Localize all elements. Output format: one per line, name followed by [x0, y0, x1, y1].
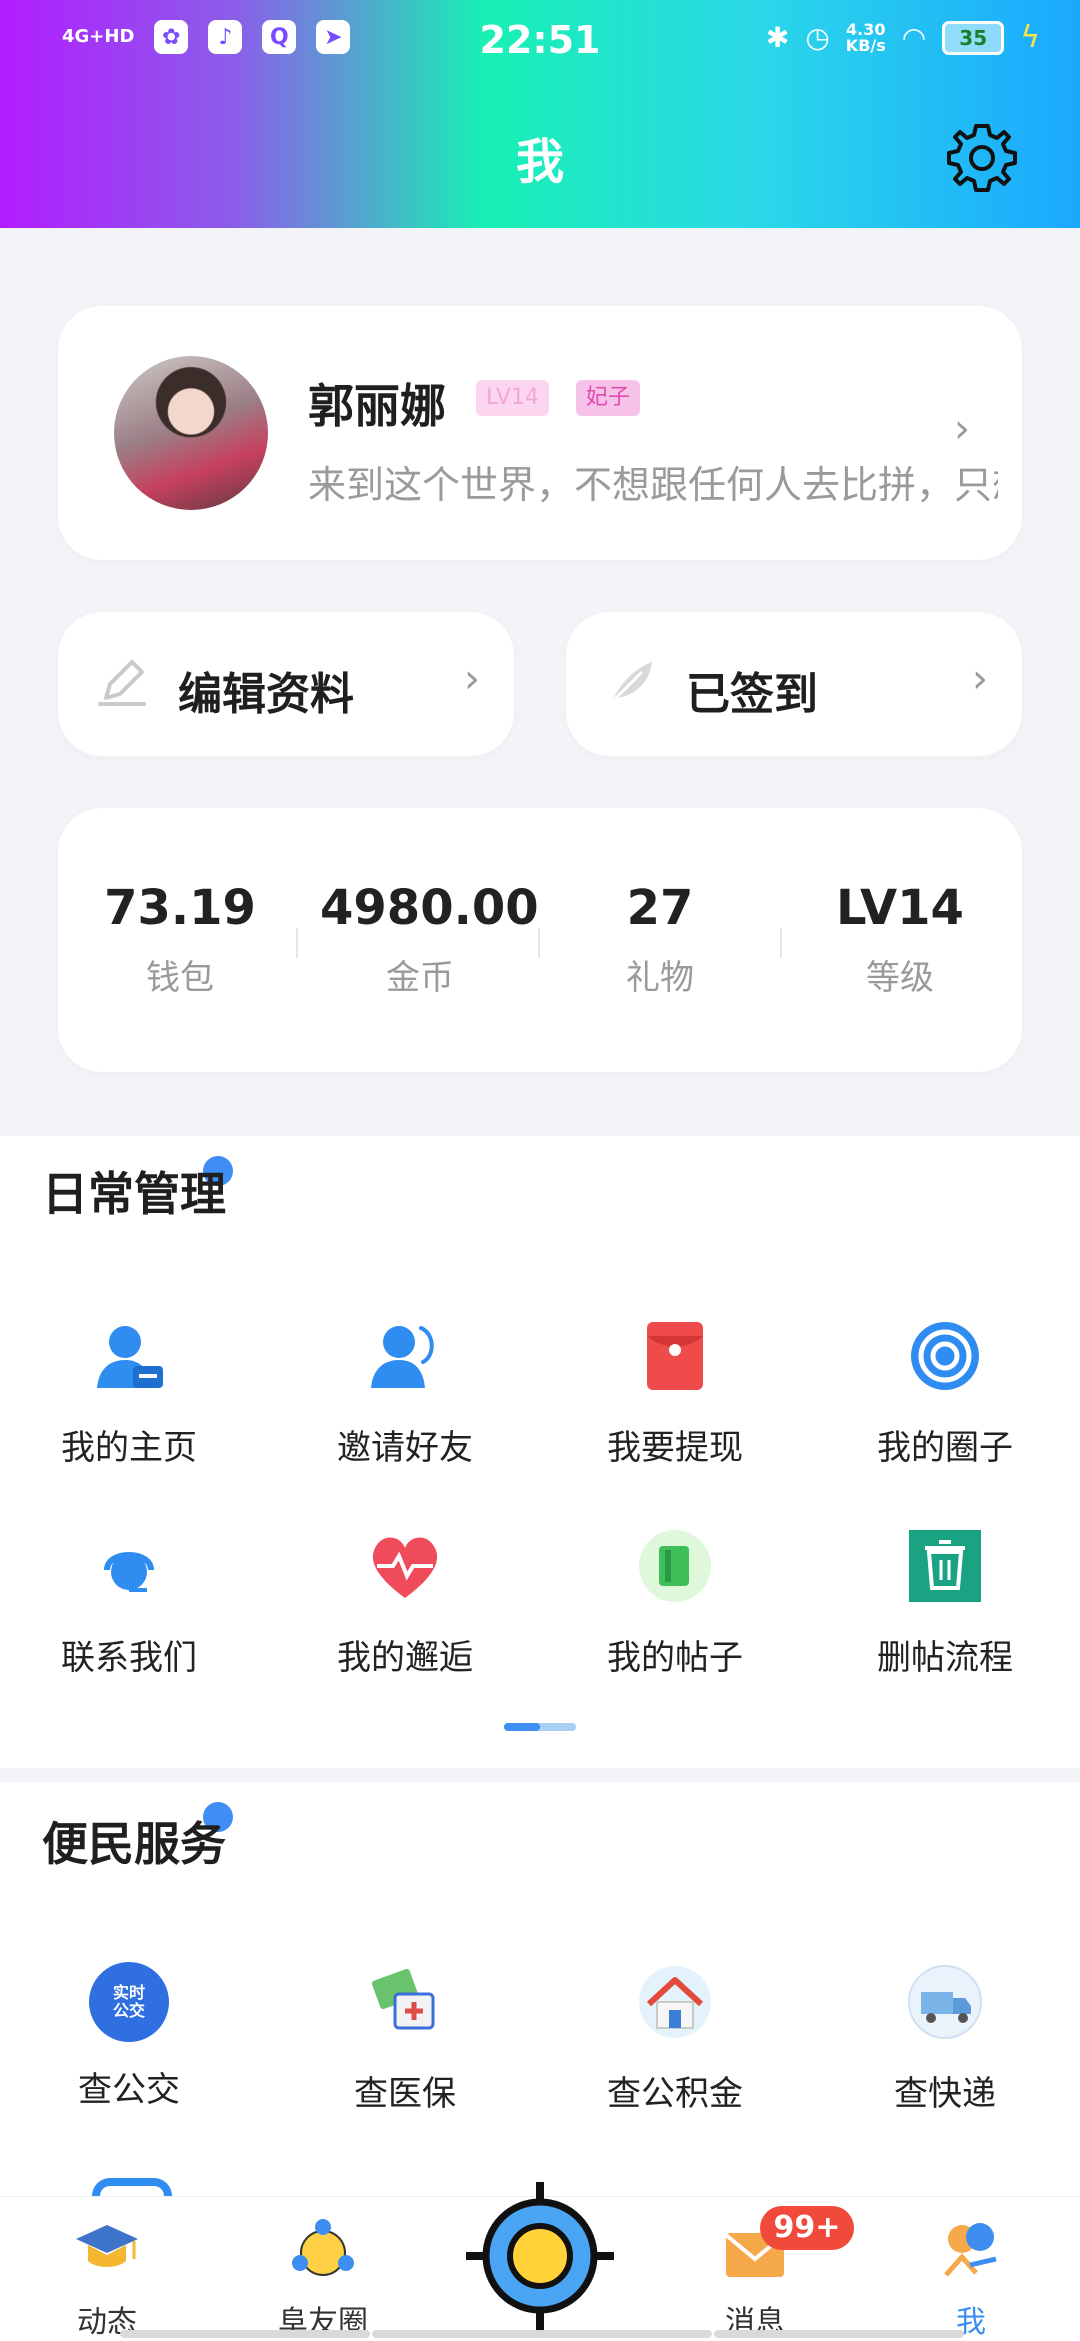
red-envelope-icon [647, 1322, 703, 1390]
grid-item-label: 查公积金 [607, 2074, 743, 2114]
divider [538, 928, 540, 958]
medical-insurance-icon [371, 1968, 435, 2030]
section-title: 日常管理 [42, 1167, 226, 1221]
edit-profile-label: 编辑资料 [178, 669, 354, 720]
stat-value: 73.19 [104, 880, 256, 936]
grid-item-label: 删帖流程 [877, 1638, 1013, 1678]
stat-value: LV14 [836, 880, 964, 936]
grid-item-delete-flow[interactable]: 删帖流程 [810, 1526, 1080, 1679]
tab-friends-circle[interactable]: 阜友圈 [248, 2215, 398, 2341]
grid-item-withdraw[interactable]: 我要提现 [540, 1316, 810, 1469]
level-tag: LV14 [476, 380, 549, 416]
tab-me[interactable]: 我 [896, 2215, 1046, 2341]
page-title: 我 [515, 134, 564, 190]
grid-item-label: 查医保 [354, 2074, 456, 2114]
divider [780, 928, 782, 958]
headset-icon [104, 1552, 154, 1592]
grid-item-label: 我要提现 [607, 1428, 743, 1468]
house-icon [639, 1966, 711, 2038]
grid-item-encounter[interactable]: 我的邂逅 [270, 1526, 540, 1679]
pencil-icon [98, 660, 146, 706]
alarm-icon: ◷ [805, 21, 830, 54]
trash-icon [909, 1530, 981, 1602]
grid-item-label: 我的圈子 [877, 1428, 1013, 1468]
stat-label: 钱包 [146, 958, 214, 998]
feather-icon [608, 662, 652, 706]
daily-panel: 日常管理 我的主页 邀请好友 我要提现 我的圈子 联系我们 我的邂逅 我的帖子 … [0, 1136, 1080, 1768]
grid-item-bus[interactable]: 实时公交 查公交 [0, 1962, 264, 2111]
bluetooth-icon: ✱ [765, 21, 790, 54]
grid-item-label: 查公交 [78, 2070, 180, 2110]
stat-gifts[interactable]: 27 礼物 [560, 880, 760, 999]
chevron-right-icon: › [954, 406, 970, 452]
grid-item-label: 查快递 [894, 2074, 996, 2114]
user-home-icon [97, 1326, 163, 1388]
grid-item-label: 我的主页 [61, 1428, 197, 1468]
me-icon [944, 2223, 997, 2277]
grid-item-my-home[interactable]: 我的主页 [0, 1316, 264, 1469]
grid-item-housing-fund[interactable]: 查公积金 [540, 1962, 810, 2115]
invite-friend-icon [371, 1326, 434, 1388]
partial-next-icon [92, 2178, 172, 2196]
stat-coins[interactable]: 4980.00 金币 [320, 880, 539, 999]
grid-item-contact[interactable]: 联系我们 [0, 1526, 264, 1679]
grid-item-label: 联系我们 [61, 1638, 197, 1678]
user-signature: 来到这个世界，不想跟任何人去比拼，只想 [308, 463, 998, 507]
net-speed: 4.30 KB/s [845, 19, 886, 55]
heart-pulse-icon [372, 1537, 438, 1598]
center-locate-button[interactable] [464, 2180, 616, 2332]
stat-label: 金币 [386, 958, 454, 998]
stats-card: 73.19 钱包 4980.00 金币 27 礼物 LV14 等级 [58, 808, 1022, 1072]
profile-card[interactable]: 郭丽娜 LV14 妃子 来到这个世界，不想跟任何人去比拼，只想 › [58, 306, 1022, 560]
service-panel: 便民服务 实时公交 查公交 查医保 查公积金 查快递 [0, 1782, 1080, 2196]
stat-value: 4980.00 [320, 880, 539, 936]
grid-item-invite[interactable]: 邀请好友 [270, 1316, 540, 1469]
avatar[interactable] [114, 356, 268, 510]
nav-gesture-bar [714, 2330, 964, 2338]
nav-gesture-bar [372, 2330, 712, 2338]
stat-level[interactable]: LV14 等级 [800, 880, 1000, 999]
chevron-right-icon: › [972, 656, 988, 702]
delivery-truck-icon [908, 1965, 982, 2039]
grid-item-label: 我的邂逅 [337, 1638, 473, 1678]
grid-item-my-posts[interactable]: 我的帖子 [540, 1526, 810, 1679]
edit-profile-button[interactable]: 编辑资料 › [58, 612, 514, 756]
grid-item-delivery[interactable]: 查快递 [810, 1962, 1080, 2115]
section-title: 便民服务 [42, 1817, 226, 1871]
user-name: 郭丽娜 [308, 379, 446, 433]
battery-indicator: 35 [942, 20, 1005, 55]
charging-icon: ϟ [1020, 20, 1040, 55]
stat-label: 礼物 [626, 958, 694, 998]
role-tag: 妃子 [576, 380, 641, 416]
friends-circle-icon [292, 2219, 354, 2276]
header: 4G+HD ✿ ♪ Q ➤ 22:51 ✱ ◷ 4.30 KB/s ◠ 35 ϟ … [0, 0, 1080, 228]
stat-value: 27 [626, 880, 694, 936]
graduation-cap-icon [76, 2225, 138, 2267]
message-badge: 99+ [760, 2206, 854, 2250]
grid-item-medical[interactable]: 查医保 [270, 1962, 540, 2115]
circle-icon [911, 1322, 979, 1390]
grid-item-label: 我的帖子 [607, 1638, 743, 1678]
stat-label: 等级 [866, 958, 934, 998]
gear-icon[interactable] [942, 118, 1022, 198]
nav-gesture-bar [120, 2330, 370, 2338]
bus-icon: 实时公交 [89, 1962, 169, 2042]
grid-item-label: 邀请好友 [337, 1428, 473, 1468]
grid-item-my-circle[interactable]: 我的圈子 [810, 1316, 1080, 1469]
signin-label: 已签到 [686, 669, 818, 720]
status-right: ✱ ◷ 4.30 KB/s ◠ 35 ϟ [766, 20, 1040, 55]
tab-dynamic[interactable]: 动态 [32, 2215, 182, 2341]
wifi-icon: ◠ [901, 21, 927, 54]
signin-button[interactable]: 已签到 › [566, 612, 1022, 756]
stat-wallet[interactable]: 73.19 钱包 [80, 880, 280, 999]
book-icon [639, 1530, 711, 1602]
divider [296, 928, 298, 958]
chevron-right-icon: › [464, 656, 480, 702]
page-indicator[interactable] [504, 1723, 576, 1731]
